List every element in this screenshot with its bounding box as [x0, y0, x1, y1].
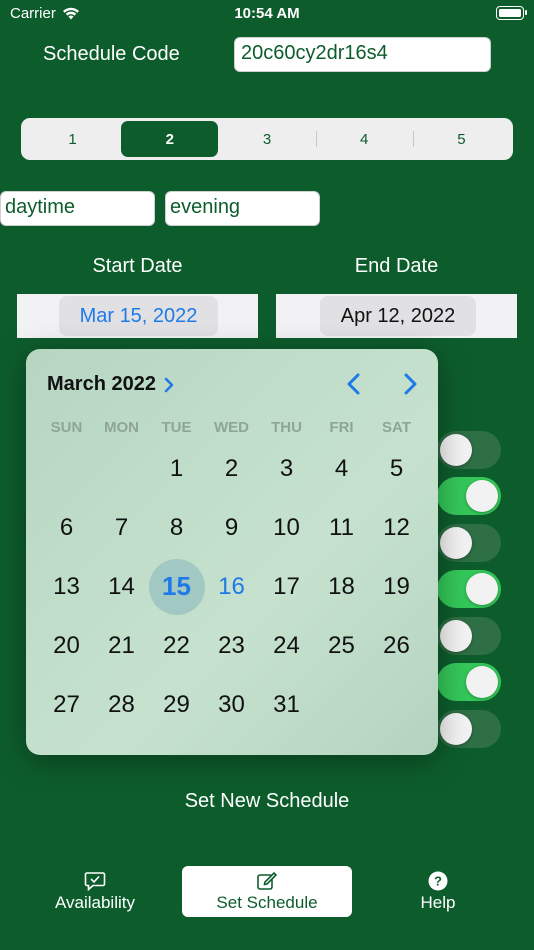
end-date-label: End Date	[354, 255, 439, 277]
schedule-code-input[interactable]: 20c60cy2dr16s4	[234, 37, 491, 72]
previous-month-button[interactable]	[342, 369, 366, 399]
calendar-day[interactable]: 26	[369, 618, 424, 673]
segment-1[interactable]: 1	[24, 121, 121, 157]
calendar-day[interactable]: 20	[39, 618, 94, 673]
segment-4[interactable]: 4	[315, 121, 413, 157]
calendar-day[interactable]: 18	[314, 559, 369, 614]
calendar-day[interactable]: 19	[369, 559, 424, 614]
calendar-day[interactable]: 2	[204, 441, 259, 496]
set-new-schedule-button[interactable]: Set New Schedule	[0, 790, 534, 813]
calendar-day[interactable]: 16	[204, 559, 259, 614]
calendar-day[interactable]: 8	[149, 500, 204, 555]
calendar-day[interactable]: 9	[204, 500, 259, 555]
month-title: March 2022	[47, 373, 156, 395]
toggle-knob	[440, 713, 472, 745]
calendar-day[interactable]: 11	[314, 500, 369, 555]
end-date-picker[interactable]: Apr 12, 2022	[320, 296, 476, 336]
toggle-switch[interactable]	[437, 617, 501, 655]
tab-set-schedule[interactable]: Set Schedule	[182, 866, 352, 917]
weekday-label: THU	[271, 419, 302, 436]
calendar-day[interactable]: 15	[148, 558, 205, 615]
evening-field[interactable]: evening	[165, 191, 320, 226]
calendar-day[interactable]: 4	[314, 441, 369, 496]
tab-help-label: Help	[420, 892, 456, 912]
calendar-day[interactable]: 5	[369, 441, 424, 496]
segment-2[interactable]: 2	[121, 121, 219, 157]
status-time: 10:54 AM	[234, 5, 300, 22]
toggle-knob	[466, 573, 498, 605]
chevron-right-icon	[404, 373, 417, 395]
schedule-segmented-control: 1 2 3 4 5	[21, 118, 513, 160]
chevron-right-icon	[164, 377, 174, 392]
schedule-code-label: Schedule Code	[43, 43, 180, 65]
calendar-day[interactable]: 25	[314, 618, 369, 673]
segment-5[interactable]: 5	[412, 121, 510, 157]
calendar-day[interactable]: 31	[259, 677, 314, 732]
battery-icon	[496, 6, 527, 20]
edit-icon	[257, 871, 278, 890]
calendar-popover: March 2022 SUN MON TUE WED THU FRI SAT 1234567…	[26, 349, 438, 755]
toggle-switch[interactable]	[437, 431, 501, 469]
tab-help[interactable]: ? Help	[390, 866, 486, 917]
toggle-switch[interactable]	[437, 524, 501, 562]
calendar-day[interactable]: 7	[94, 500, 149, 555]
calendar-day[interactable]: 21	[94, 618, 149, 673]
tab-set-schedule-label: Set Schedule	[216, 892, 318, 912]
calendar-day[interactable]: 22	[149, 618, 204, 673]
question-circle-icon: ?	[428, 871, 448, 890]
calendar-day[interactable]: 27	[39, 677, 94, 732]
tab-availability-label: Availability	[54, 892, 135, 912]
next-month-button[interactable]	[398, 369, 422, 399]
weekday-label: SUN	[50, 419, 83, 436]
toggle-knob	[440, 620, 472, 652]
calendar-day[interactable]: 12	[369, 500, 424, 555]
toggle-switch[interactable]	[437, 663, 501, 701]
calendar-day[interactable]: 30	[204, 677, 259, 732]
toggle-knob	[440, 434, 472, 466]
chevron-left-icon	[347, 373, 360, 395]
start-date-row: Mar 15, 2022	[17, 294, 258, 338]
tab-availability[interactable]: Availability	[40, 866, 150, 917]
toggle-knob	[466, 666, 498, 698]
calendar-day[interactable]: 17	[259, 559, 314, 614]
toggle-switch[interactable]	[437, 477, 501, 515]
toggle-switch[interactable]	[437, 570, 501, 608]
weekday-label: FRI	[329, 419, 354, 436]
weekday-label: SAT	[382, 419, 411, 436]
weekday-label: MON	[104, 419, 139, 436]
toggle-knob	[466, 480, 498, 512]
calendar-day[interactable]: 6	[39, 500, 94, 555]
daytime-field[interactable]: daytime	[0, 191, 155, 226]
calendar-day[interactable]: 1	[149, 441, 204, 496]
calendar-day[interactable]: 24	[259, 618, 314, 673]
calendar-day[interactable]: 3	[259, 441, 314, 496]
weekday-label: WED	[214, 419, 249, 436]
svg-text:?: ?	[434, 873, 442, 888]
calendar-day[interactable]: 13	[39, 559, 94, 614]
segment-3[interactable]: 3	[218, 121, 315, 157]
calendar-day[interactable]: 29	[149, 677, 204, 732]
calendar-day[interactable]: 14	[94, 559, 149, 614]
calendar-day[interactable]: 10	[259, 500, 314, 555]
calendar-day[interactable]: 28	[94, 677, 149, 732]
toggle-knob	[440, 527, 472, 559]
start-date-label: Start Date	[92, 255, 183, 277]
weekday-label: TUE	[161, 419, 192, 436]
toggle-switch[interactable]	[437, 710, 501, 748]
chat-check-icon	[84, 871, 106, 891]
calendar-day[interactable]: 23	[204, 618, 259, 673]
end-date-row: Apr 12, 2022	[276, 294, 517, 338]
start-date-picker[interactable]: Mar 15, 2022	[59, 296, 218, 336]
month-year-button[interactable]: March 2022	[47, 373, 174, 396]
